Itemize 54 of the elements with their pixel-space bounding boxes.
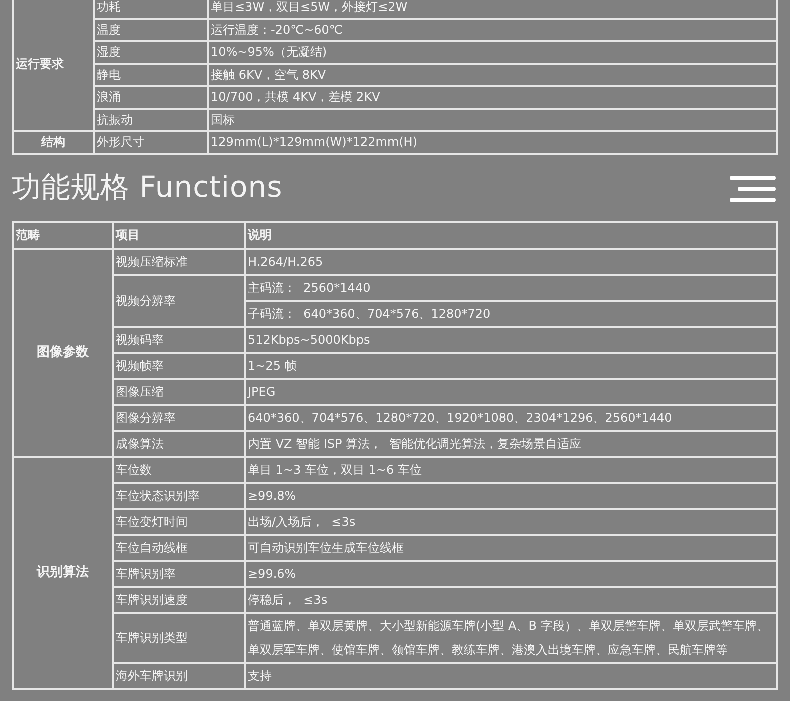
column-header: 说明 [245,222,777,248]
table-cell: 静电 [94,64,208,86]
table-cell: 图像压缩 [113,378,245,404]
table-cell: 车位数 [113,456,245,482]
table-cell: 子码流： 640*360、704*576、1280*720 [245,300,777,326]
table-cell: 接触 6KV，空气 8KV [208,64,777,86]
table-cell: 单目 1~3 车位，双目 1~6 车位 [245,456,777,482]
table-cell: 10%~95%（无凝结) [208,41,777,64]
table-cell: 10/700，共模 4KV，差模 2KV [208,86,777,108]
table-cell: 抗振动 [94,108,208,131]
table-cell: 视频帧率 [113,352,245,378]
table-cell: ≥99.6% [245,560,777,586]
table-cell: 1~25 帧 [245,352,777,378]
table-cell: 车位变灯时间 [113,508,245,534]
table-cell: 视频压缩标准 [113,248,245,274]
table-cell: 国标 [208,108,777,131]
table-cell: 结构 [13,131,94,154]
table-cell: 640*360、704*576、1280*720、1920*1080、2304*1296、2560*1440 [245,404,777,430]
table-cell: H.264/H.265 [245,248,777,274]
table-cell: 视频分辨率 [113,274,245,326]
table-cell: 512Kbps~5000Kbps [245,326,777,352]
table-cell: 运行温度：-20℃~60℃ [208,18,777,41]
table-cell: 可自动识别车位生成车位线框 [245,534,777,560]
table-cell: 海外车牌识别 [113,662,245,688]
table-cell: 温度 [94,18,208,41]
table-cell: 主码流： 2560*1440 [245,274,777,300]
table-cell: 车位状态识别率 [113,482,245,508]
table-cell: 外形尺寸 [94,131,208,154]
table-cell: 内置 VZ 智能 ISP 算法， 智能优化调光算法，复杂场景自适应 [245,430,777,456]
table-cell: 车牌识别速度 [113,586,245,612]
table-cell: 普通蓝牌、单双层黄牌、大小型新能源车牌(小型 A、B 字段）、单双层警车牌、单双层武警车牌、单双层军车牌、使馆车牌、领馆车牌、教练车牌、港澳入出境车牌、应急车牌、民航车牌等 [245,612,777,662]
table-cell: 成像算法 [113,430,245,456]
table-cell: ≥99.8% [245,482,777,508]
menu-icon[interactable] [730,176,776,203]
table-cell: 湿度 [94,41,208,64]
table-cell: 图像分辨率 [113,404,245,430]
table-cell: 单目≤3W，双目≤5W，外接灯≤2W [208,0,777,18]
table-cell: 运行要求 [13,0,94,131]
section-title: 功能规格 Functions [12,168,283,206]
table-cell: 图像参数 [13,248,113,456]
column-header: 范畴 [13,222,113,248]
table-cell: 功耗 [94,0,208,18]
table-cell: 车牌识别类型 [113,612,245,662]
table-cell: 129mm(L)*129mm(W)*122mm(H) [208,131,777,154]
column-header: 项目 [113,222,245,248]
table-cell: 出场/入场后， ≤3s [245,508,777,534]
table-cell: 停稳后， ≤3s [245,586,777,612]
table-cell: 识别算法 [13,456,113,688]
table-cell: 支持 [245,662,777,688]
table-cell: 视频码率 [113,326,245,352]
table-cell: JPEG [245,378,777,404]
table-cell: 车牌识别率 [113,560,245,586]
table-cell: 车位自动线框 [113,534,245,560]
table-cell: 浪涌 [94,86,208,108]
